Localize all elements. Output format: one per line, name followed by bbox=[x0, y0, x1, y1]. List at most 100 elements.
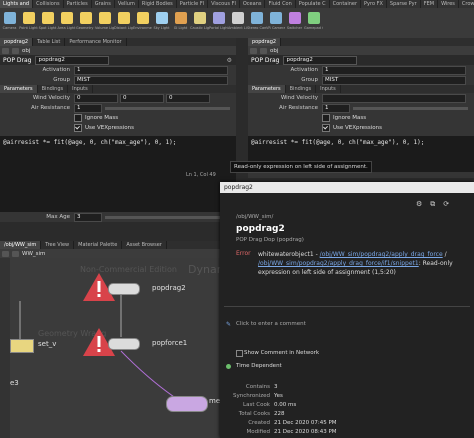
error-link-node1[interactable]: apply_drag_force bbox=[391, 251, 442, 258]
tab-table-list[interactable]: Table List bbox=[33, 38, 66, 46]
activation-field[interactable]: 1 bbox=[74, 65, 228, 75]
shelf-tool[interactable]: Sky Light bbox=[152, 9, 171, 38]
shelf-tool[interactable]: GI Light bbox=[171, 9, 190, 38]
popup-path: /obj/WW_sim/ bbox=[236, 214, 274, 220]
shelf-tool[interactable]: Geometry Light bbox=[76, 9, 95, 38]
shelf-tool[interactable]: Portal Light bbox=[209, 9, 228, 38]
air-resistance-slider[interactable] bbox=[105, 106, 230, 110]
wind-y-field[interactable]: 0 bbox=[120, 93, 164, 103]
use-vex-label: Use VEXpressions bbox=[85, 125, 135, 131]
shelf-tab[interactable]: Wires bbox=[438, 0, 459, 8]
max-age-row: Max Age 3 bbox=[0, 212, 236, 222]
ignore-mass-checkbox[interactable] bbox=[74, 114, 82, 122]
wind-field[interactable] bbox=[322, 93, 466, 103]
use-vex-checkbox[interactable] bbox=[74, 124, 82, 132]
tab-inputs[interactable]: Inputs bbox=[68, 85, 93, 93]
shelf-tool-label: Area Light bbox=[57, 26, 76, 30]
left-path-bar: obj bbox=[0, 46, 236, 55]
shelf-tab[interactable]: Particles bbox=[64, 0, 92, 8]
merge-node[interactable] bbox=[166, 396, 208, 412]
shelf-tab[interactable]: Pyro FX bbox=[361, 0, 387, 8]
path-obj[interactable]: obj bbox=[22, 48, 30, 54]
tab-bindings[interactable]: Bindings bbox=[38, 85, 69, 93]
popforce1-node-label: popforce1 bbox=[152, 339, 188, 347]
shelf-tool[interactable]: Ambient Light bbox=[228, 9, 247, 38]
shelf-tool[interactable]: Distant Light bbox=[114, 9, 133, 38]
max-age-slider[interactable] bbox=[105, 215, 230, 219]
shelf-tab[interactable]: Particle Fl bbox=[177, 0, 209, 8]
shelf-tool[interactable]: VR Camera bbox=[266, 9, 285, 38]
wind-z-field[interactable]: 0 bbox=[166, 93, 210, 103]
error-link-path2[interactable]: /obj/WW_sim/popdrag2/ bbox=[258, 260, 330, 267]
shelf-tool[interactable]: Area Light bbox=[57, 9, 76, 38]
shelf-tab[interactable]: Grains bbox=[92, 0, 115, 8]
tab-popdrag2[interactable]: popdrag2 bbox=[248, 38, 282, 46]
shelf-tool[interactable]: Switcher bbox=[285, 9, 304, 38]
activation-field[interactable]: 1 bbox=[322, 65, 466, 75]
param-subtabs: Parameters Bindings Inputs bbox=[0, 85, 236, 93]
path-obj[interactable]: obj bbox=[270, 48, 278, 54]
shelf-tab[interactable]: Crowds bbox=[459, 0, 474, 8]
tab-parameters[interactable]: Parameters bbox=[0, 85, 38, 93]
group-field[interactable]: MIST bbox=[322, 75, 466, 85]
shelf-tab[interactable]: Collisions bbox=[33, 0, 64, 8]
show-comment-label: Show Comment in Network bbox=[244, 350, 320, 356]
ignore-mass-checkbox[interactable] bbox=[322, 114, 330, 122]
shelf-tool[interactable]: Gamepad Camera bbox=[304, 9, 323, 38]
show-comment-checkbox[interactable] bbox=[236, 350, 243, 357]
stat-value: 3 bbox=[274, 383, 278, 390]
shelf-tool[interactable]: Caustic Light bbox=[190, 9, 209, 38]
node-name-field[interactable]: popdrag2 bbox=[35, 55, 110, 65]
left-parameter-pane: popdrag2 Table List Performance Monitor … bbox=[0, 38, 236, 222]
shelf-tool[interactable]: Stereo Camera bbox=[247, 9, 266, 38]
copy-icon[interactable]: ⧉ bbox=[430, 200, 435, 209]
forward-button[interactable] bbox=[12, 47, 19, 54]
shelf-tool[interactable]: Volume Light bbox=[95, 9, 114, 38]
set-v-node-label: set_v bbox=[38, 340, 57, 348]
gear-icon[interactable]: ⚙ bbox=[416, 200, 422, 209]
time-dependent-label: Time Dependent bbox=[236, 363, 282, 369]
shelf-tab[interactable]: FEM bbox=[421, 0, 439, 8]
shelf-tool-label: GI Light bbox=[173, 26, 188, 30]
refresh-icon[interactable]: ⟳ bbox=[443, 200, 449, 209]
wind-x-field[interactable]: 0 bbox=[74, 93, 118, 103]
air-resistance-field[interactable]: 1 bbox=[322, 103, 350, 113]
back-button[interactable] bbox=[250, 47, 257, 54]
tab-inputs[interactable]: Inputs bbox=[316, 85, 341, 93]
shelf-tab[interactable]: Container bbox=[330, 0, 362, 8]
shelf-tab[interactable]: Oceans bbox=[240, 0, 266, 8]
shelf-tab[interactable]: Vellum bbox=[115, 0, 139, 8]
shelf-tool[interactable]: Camera bbox=[0, 9, 19, 38]
node-name-field[interactable]: popdrag2 bbox=[283, 55, 358, 65]
air-resistance-field[interactable]: 1 bbox=[74, 103, 102, 113]
tab-performance-monitor[interactable]: Performance Monitor bbox=[65, 38, 127, 46]
shelf-tool[interactable]: Environment Light bbox=[133, 9, 152, 38]
popforce1-node[interactable] bbox=[108, 338, 140, 350]
comment-field[interactable]: Click to enter a comment bbox=[236, 321, 306, 327]
error-link-path1[interactable]: /obj/WW_sim/popdrag2/ bbox=[320, 251, 392, 258]
group-field[interactable]: MIST bbox=[74, 75, 228, 85]
max-age-field[interactable]: 3 bbox=[74, 212, 102, 222]
shelf-tab[interactable]: Fluid Con bbox=[265, 0, 296, 8]
back-button[interactable] bbox=[2, 47, 9, 54]
air-resistance-slider[interactable] bbox=[353, 106, 468, 110]
gear-icon[interactable]: ⚙ bbox=[227, 57, 232, 64]
shelf-tool-icon bbox=[3, 12, 16, 24]
error-link-node2[interactable]: apply_drag_force/if1/snippet1 bbox=[330, 260, 419, 267]
shelf-tab[interactable]: Rigid Bodies bbox=[139, 0, 177, 8]
popdrag2-node[interactable] bbox=[108, 283, 140, 295]
shelf-tool[interactable]: Point Light bbox=[19, 9, 38, 38]
shelf-tab[interactable]: Sparse Pyr bbox=[387, 0, 421, 8]
set-v-node[interactable] bbox=[10, 339, 34, 353]
tab-popdrag2[interactable]: popdrag2 bbox=[0, 38, 34, 46]
forward-button[interactable] bbox=[260, 47, 267, 54]
node-type-label: POP Drag bbox=[251, 56, 280, 64]
shelf-tool[interactable]: Spot Light bbox=[38, 9, 57, 38]
tab-parameters[interactable]: Parameters bbox=[248, 85, 286, 93]
shelf-tab[interactable]: Populate C bbox=[296, 0, 330, 8]
use-vex-checkbox[interactable] bbox=[322, 124, 330, 132]
shelf-tab[interactable]: Lights and bbox=[0, 0, 34, 8]
tab-bindings[interactable]: Bindings bbox=[286, 85, 317, 93]
node-header: POP Drag popdrag2 bbox=[248, 55, 474, 65]
shelf-tab[interactable]: Viscous Fl bbox=[208, 0, 240, 8]
